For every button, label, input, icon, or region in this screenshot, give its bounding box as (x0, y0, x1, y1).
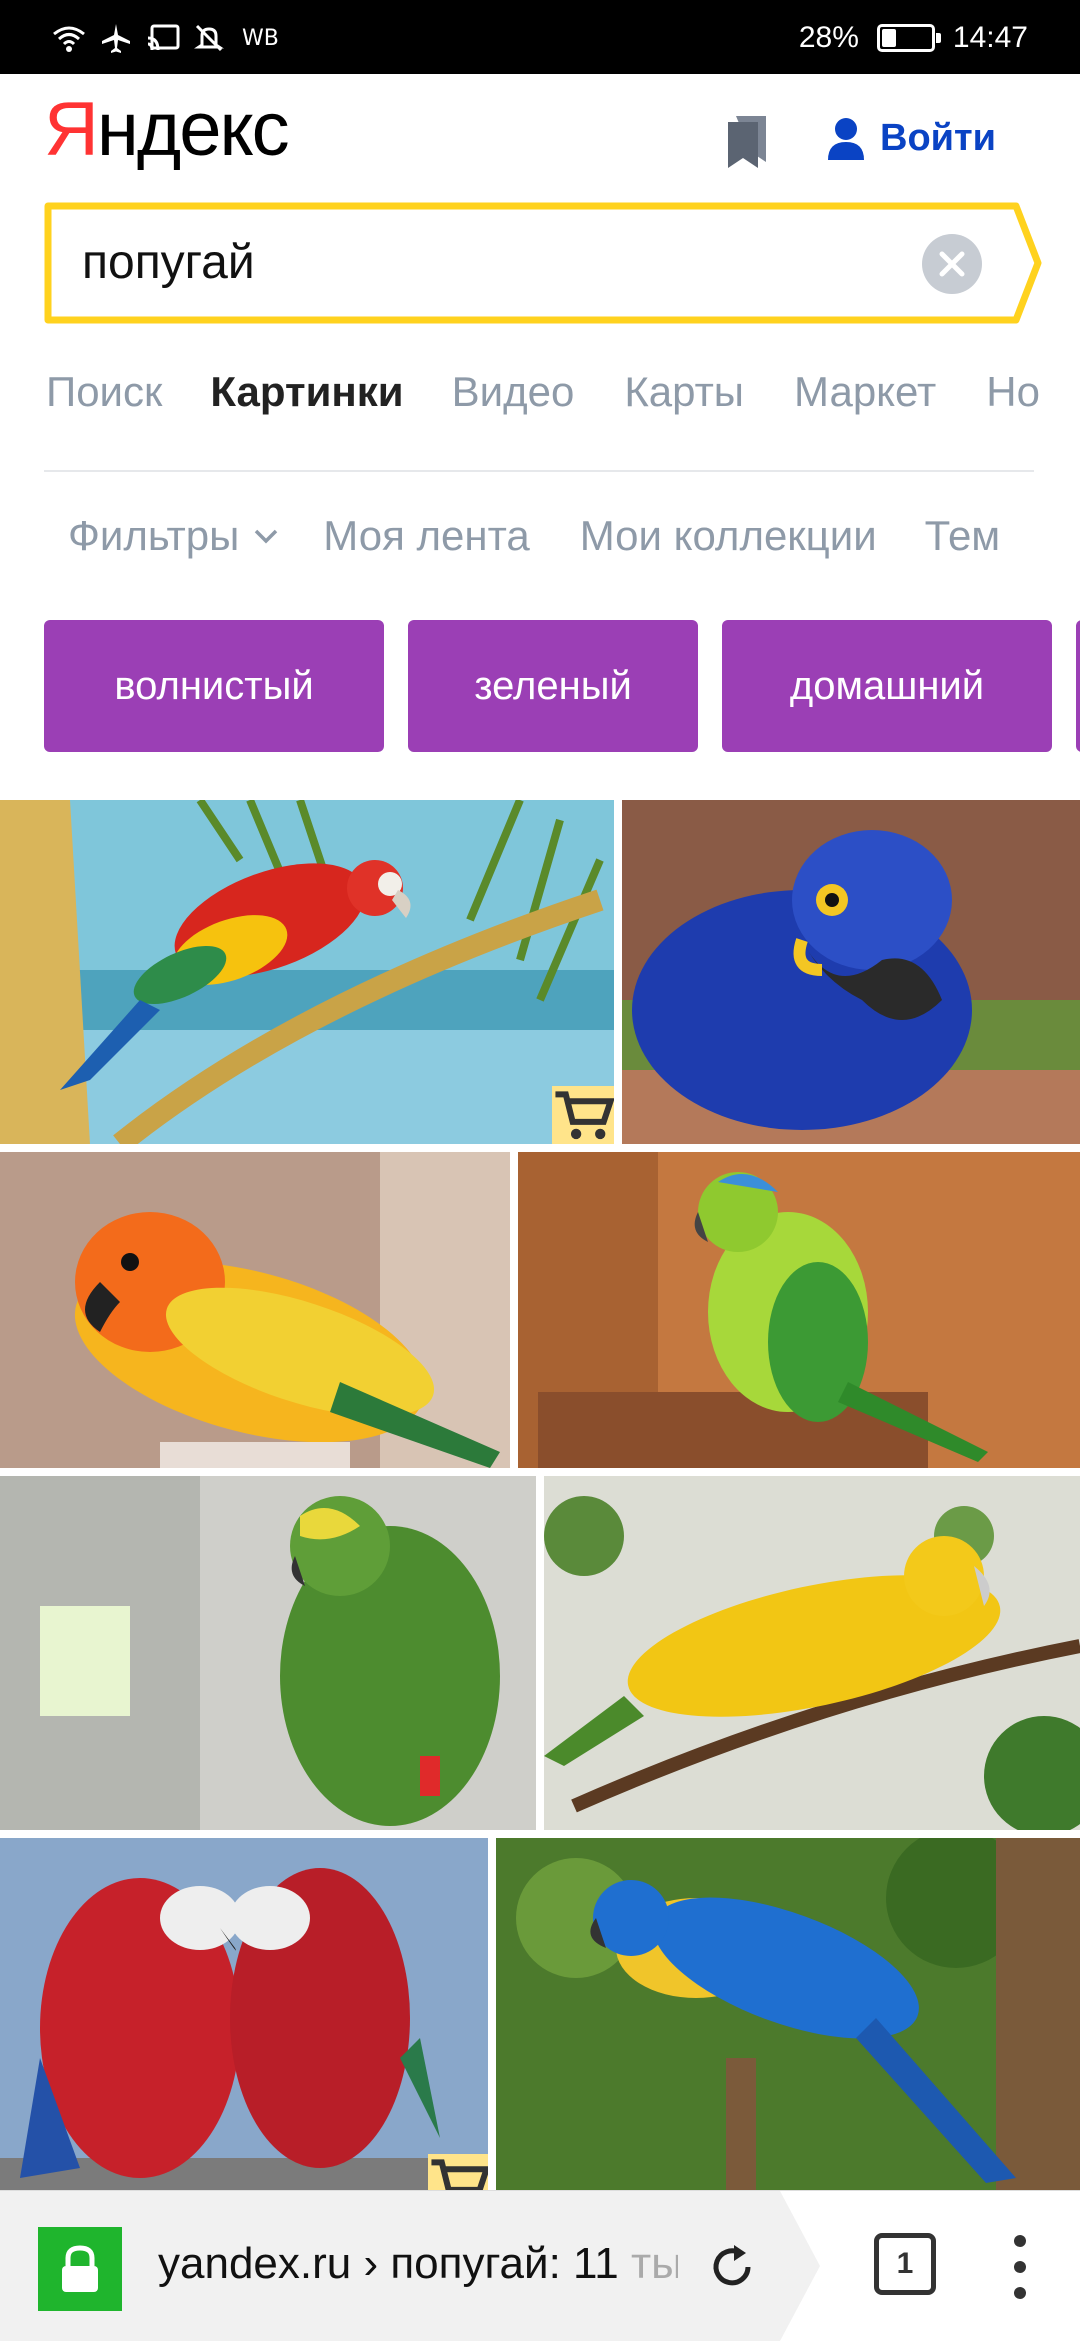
image-tile-sun-conure[interactable] (0, 1152, 510, 1468)
battery-icon (876, 24, 941, 52)
yandex-logo[interactable]: Яндекс (44, 92, 290, 168)
tabs-count-button[interactable]: 1 (874, 2233, 936, 2295)
parrot-image (496, 1838, 1080, 2190)
tab-news[interactable]: Но (986, 368, 1040, 416)
divider (44, 470, 1034, 472)
chip-domestic[interactable]: домашний (722, 620, 1052, 752)
bookmark-icon[interactable] (726, 114, 768, 168)
search-input[interactable]: попугай (82, 230, 255, 296)
cart-icon (555, 1091, 614, 1140)
my-feed-link[interactable]: Моя лента (323, 512, 529, 560)
parrot-image (0, 800, 614, 1144)
network-label: WB (242, 25, 279, 51)
tab-market[interactable]: Маркет (794, 368, 936, 416)
padlock-shape (62, 2245, 98, 2292)
search-box[interactable]: попугай (44, 202, 1042, 324)
url-fade: ты (618, 2239, 678, 2288)
status-bar: WB 28% 14:47 (0, 0, 1080, 74)
filter-bar: Фильтры Моя лента Мои коллекции Тем (68, 512, 1000, 560)
tab-video[interactable]: Видео (452, 368, 575, 416)
image-tile-green-parakeet[interactable] (518, 1152, 1080, 1468)
chip-more[interactable] (1076, 620, 1080, 752)
more-menu-icon[interactable] (1010, 2235, 1030, 2299)
image-tile-golden-conure[interactable] (544, 1476, 1080, 1830)
filters-button[interactable]: Фильтры (68, 512, 279, 560)
image-tile-amazon-parrot[interactable] (0, 1476, 536, 1830)
mute-icon (194, 24, 224, 52)
chevron-down-icon (255, 529, 278, 544)
chip-green[interactable]: зеленый (408, 620, 698, 752)
image-tile-red-macaws[interactable] (0, 1838, 488, 2190)
login-button[interactable]: Войти (826, 110, 996, 166)
parrot-image (622, 800, 1080, 1144)
clock: 14:47 (952, 21, 1028, 54)
clear-button[interactable] (922, 234, 982, 294)
parrot-image (544, 1476, 1080, 1830)
wifi-icon (53, 26, 85, 52)
user-icon (828, 118, 864, 160)
image-tile-blue-yellow-macaw[interactable] (496, 1838, 1080, 2190)
reload-icon[interactable] (706, 2241, 758, 2293)
login-label: Войти (880, 116, 996, 159)
logo-first-letter: Я (44, 87, 99, 172)
airplane-icon (102, 24, 130, 53)
my-collections-link[interactable]: Мои коллекции (580, 512, 877, 560)
parrot-image (0, 1152, 510, 1468)
service-tabs: Поиск Картинки Видео Карты Маркет Но (46, 368, 1040, 416)
status-icons: WB (52, 18, 279, 58)
tab-search[interactable]: Поиск (46, 368, 162, 416)
filters-label: Фильтры (68, 512, 240, 559)
tab-maps[interactable]: Карты (624, 368, 744, 416)
chip-budgie[interactable]: волнистый (44, 620, 384, 752)
parrot-image (0, 1838, 488, 2190)
parrot-image (518, 1152, 1080, 1468)
close-icon (939, 251, 965, 277)
url-host: yandex.ru › попугай: 11 (158, 2239, 619, 2288)
tab-images[interactable]: Картинки (210, 368, 403, 416)
status-right: 28% 14:47 (799, 18, 1028, 58)
cast-icon (147, 24, 180, 51)
browser-toolbar: yandex.ru › попугай: 11 ты 1 (0, 2190, 1080, 2341)
shop-badge (552, 1086, 614, 1144)
url-text[interactable]: yandex.ru › попугай: 11 ты (158, 2239, 678, 2289)
lock-icon[interactable] (38, 2227, 122, 2311)
suggestion-chips: волнистый зеленый домашний (44, 620, 1080, 752)
parrot-image (0, 1476, 536, 1830)
image-tile-hyacinth-macaw[interactable] (622, 800, 1080, 1144)
logo-rest: ндекс (96, 87, 290, 172)
shop-badge (428, 2154, 488, 2190)
cart-icon (431, 2159, 488, 2190)
themes-link[interactable]: Тем (925, 512, 1001, 560)
image-tile-scarlet-macaw[interactable] (0, 800, 614, 1144)
battery-percent: 28% (798, 21, 859, 54)
